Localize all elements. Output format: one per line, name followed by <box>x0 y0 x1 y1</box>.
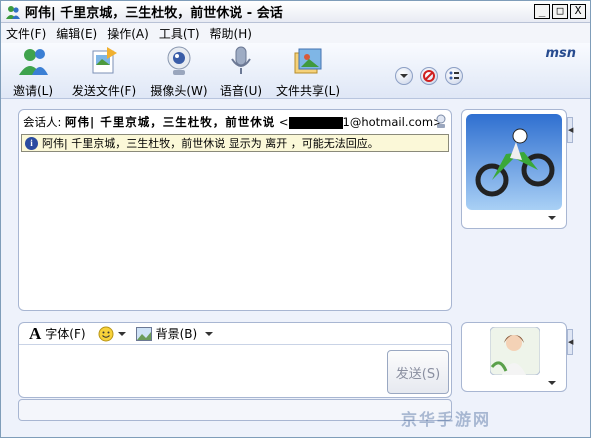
title-bar[interactable]: 阿伟| 千里京城，三生杜牧，前世休说 - 会话 _ □ X <box>1 1 590 23</box>
maximize-button[interactable]: □ <box>552 4 568 19</box>
menu-bar: 文件(F) 编辑(E) 操作(A) 工具(T) 帮助(H) <box>1 23 590 43</box>
self-avatar-frame <box>461 322 567 392</box>
window-controls: _ □ X <box>534 4 586 19</box>
menu-tools[interactable]: 工具(T) <box>154 25 205 42</box>
contact-list-button[interactable] <box>445 67 463 85</box>
background-icon[interactable] <box>135 326 152 341</box>
contact-avatar-frame <box>461 109 567 229</box>
status-message: 阿伟| 千里京城，三生杜牧，前世休说 显示为 离开 ，可能无法回应。 <box>42 137 379 150</box>
status-strip <box>18 399 452 421</box>
msn-buddy-icon <box>6 5 20 19</box>
emoticon-dropdown-icon[interactable] <box>117 330 126 338</box>
webcam-label: 摄像头(W) <box>150 84 208 98</box>
file-share-label: 文件共享(L) <box>275 84 341 98</box>
message-history[interactable] <box>21 154 449 308</box>
minimize-button[interactable]: _ <box>534 4 550 19</box>
avatar-menu-dropdown-icon[interactable] <box>548 214 556 222</box>
toolbar: 邀请(L) 发送文件(F) 摄像头(W) 语音(U) 文件共享(L) msn <box>1 43 590 99</box>
voice-button[interactable]: 语音(U) <box>219 45 263 99</box>
webcam-button[interactable]: 摄像头(W) <box>149 45 209 99</box>
menu-help[interactable]: 帮助(H) <box>205 25 257 42</box>
collapse-avatar-tab[interactable]: ◀ <box>567 117 573 143</box>
send-button[interactable]: 发送(S) <box>387 350 449 394</box>
chevron-down-icon <box>400 74 408 78</box>
to-label: 会话人: <box>23 115 62 129</box>
menu-file[interactable]: 文件(F) <box>1 25 51 42</box>
file-share-button[interactable]: 文件共享(L) <box>275 45 341 99</box>
microphone-icon <box>231 46 251 74</box>
invite-button[interactable]: 邀请(L) <box>11 45 55 99</box>
contact-avatar-image[interactable] <box>466 114 562 210</box>
conversation-window: 阿伟| 千里京城，三生杜牧，前世休说 - 会话 _ □ X 文件(F) 编辑(E… <box>0 0 591 438</box>
font-button[interactable]: 字体(F) <box>45 325 85 342</box>
font-icon[interactable]: A <box>29 324 41 344</box>
message-input[interactable] <box>21 347 381 395</box>
msn-logo: msn <box>545 46 576 61</box>
emoticon-icon[interactable] <box>98 326 114 342</box>
close-button[interactable]: X <box>570 4 586 19</box>
invite-icon <box>19 49 48 75</box>
send-file-icon <box>92 47 117 74</box>
redacted-email <box>288 116 343 129</box>
collapse-self-avatar-tab[interactable]: ◀ <box>567 329 573 355</box>
status-info-bar: i 阿伟| 千里京城，三生杜牧，前世休说 显示为 离开 ，可能无法回应。 <box>21 134 449 152</box>
file-share-icon <box>294 48 322 74</box>
window-title: 阿伟| 千里京城，三生杜牧，前世休说 - 会话 <box>25 6 283 21</box>
contact-name: 阿伟| 千里京城，三生杜牧，前世休说 <box>65 115 276 129</box>
voice-label: 语音(U) <box>219 84 263 98</box>
compose-panel: A 字体(F) 背景(B) 发送(S) <box>18 322 452 398</box>
block-icon <box>423 70 435 82</box>
block-button[interactable] <box>420 67 438 85</box>
invite-label: 邀请(L) <box>12 84 54 98</box>
list-icon <box>449 71 459 80</box>
conversation-panel: 会话人: 阿伟| 千里京城，三生杜牧，前世休说 <1@hotmail.com> … <box>18 109 452 311</box>
conversation-header: 会话人: 阿伟| 千里京城，三生杜牧，前世休说 <1@hotmail.com> <box>23 114 447 130</box>
self-avatar-dropdown-icon[interactable] <box>548 379 556 387</box>
background-dropdown-icon[interactable] <box>205 330 214 338</box>
watermark-text: 京华手游网 <box>401 410 492 429</box>
self-avatar-image[interactable] <box>490 327 540 375</box>
email-prefix: < <box>278 115 289 129</box>
send-file-label: 发送文件(F) <box>71 84 137 98</box>
more-options-button[interactable] <box>395 67 413 85</box>
menu-actions[interactable]: 操作(A) <box>102 25 154 42</box>
background-button[interactable]: 背景(B) <box>156 325 198 342</box>
webcam-icon <box>167 46 191 75</box>
menu-edit[interactable]: 编辑(E) <box>51 25 102 42</box>
format-toolbar: A 字体(F) 背景(B) <box>19 323 451 345</box>
email-suffix: 1@hotmail.com> <box>342 115 443 129</box>
contact-card-icon[interactable] <box>433 113 449 129</box>
send-file-button[interactable]: 发送文件(F) <box>71 45 137 99</box>
info-icon: i <box>25 136 38 150</box>
